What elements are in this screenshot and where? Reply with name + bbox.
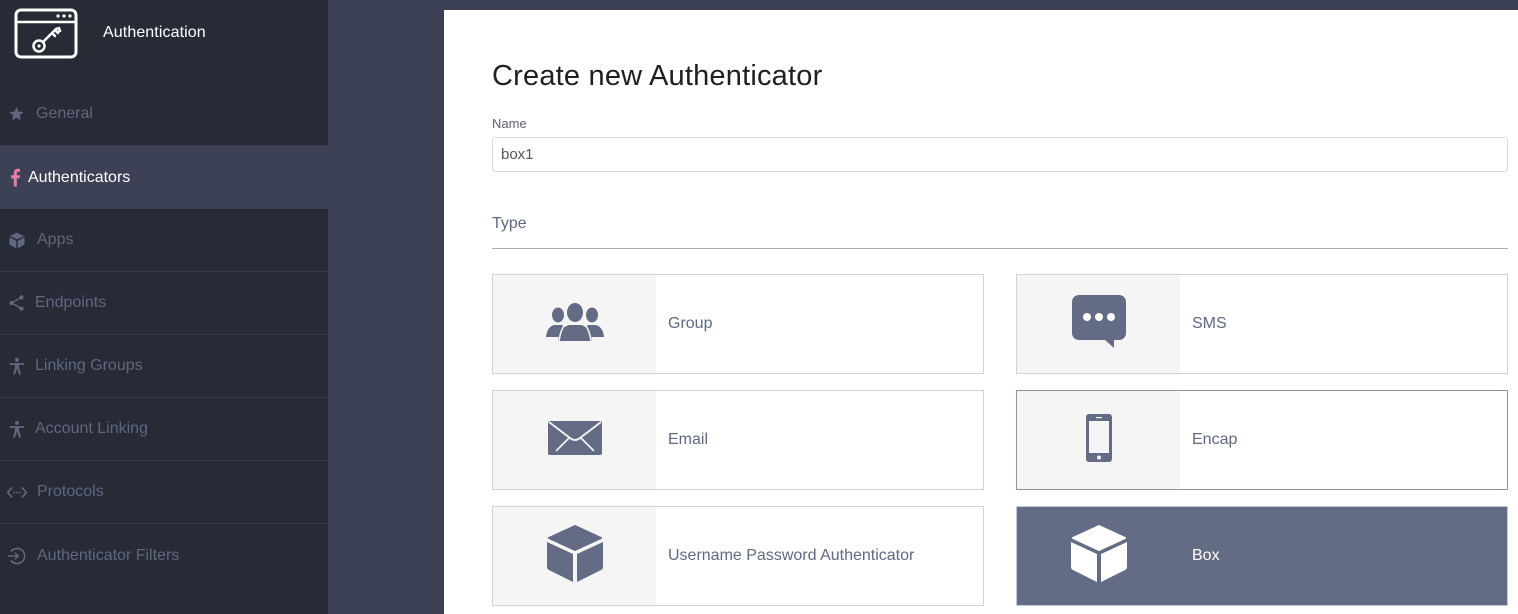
- envelope-icon: [547, 420, 602, 460]
- type-option-email[interactable]: Email: [492, 390, 984, 490]
- sidebar: Authentication General Authenticators Ap…: [0, 0, 328, 614]
- cube-icon: [1070, 524, 1128, 588]
- sidebar-item-label: General: [36, 105, 93, 122]
- users-icon: [545, 302, 604, 346]
- sidebar-item-label: Authenticator Filters: [37, 546, 180, 564]
- card-icon-area: [1017, 507, 1180, 605]
- type-option-sms[interactable]: SMS: [1016, 274, 1508, 374]
- card-label: Box: [1192, 547, 1220, 564]
- sidebar-item-general[interactable]: General: [0, 83, 328, 146]
- facebook-f-icon: [5, 168, 24, 187]
- sidebar-item-label: Authenticators: [28, 168, 131, 186]
- cube-icon: [546, 524, 604, 588]
- sidebar-item-label: Account Linking: [35, 420, 148, 437]
- sidebar-item-label: Linking Groups: [35, 357, 143, 374]
- card-label: Group: [668, 315, 713, 332]
- card-icon-area: [1017, 275, 1180, 373]
- create-authenticator-panel: Create new Authenticator Name Type: [444, 10, 1518, 614]
- chat-bubble-icon: [1071, 294, 1126, 354]
- card-icon-area: [493, 275, 656, 373]
- type-option-username-password-authenticator[interactable]: Username Password Authenticator: [492, 506, 984, 606]
- sidebar-item-endpoints[interactable]: Endpoints: [0, 272, 328, 335]
- sidebar-item-label: Apps: [37, 231, 74, 248]
- sidebar-nav: General Authenticators Apps Endpoints Li…: [0, 83, 328, 587]
- browser-window-key-icon: [14, 8, 78, 59]
- card-label: Email: [668, 431, 709, 448]
- sidebar-item-authenticators[interactable]: Authenticators: [0, 146, 328, 209]
- code-arrows-icon: [7, 483, 27, 502]
- sidebar-item-account-linking[interactable]: Account Linking: [0, 398, 328, 461]
- card-label: Username Password Authenticator: [668, 547, 915, 564]
- person-icon: [7, 357, 26, 376]
- app-title: Authentication: [103, 24, 206, 41]
- mobile-phone-icon: [1085, 413, 1112, 467]
- card-label: Encap: [1192, 431, 1238, 448]
- sidebar-item-authenticator-filters[interactable]: Authenticator Filters: [0, 524, 328, 587]
- name-input[interactable]: [492, 137, 1508, 172]
- type-option-group[interactable]: Group: [492, 274, 984, 374]
- card-label: SMS: [1192, 315, 1227, 332]
- cube-icon: [7, 231, 26, 250]
- card-icon-area: [493, 507, 656, 605]
- sidebar-item-label: Endpoints: [35, 294, 107, 311]
- person-icon: [7, 420, 26, 439]
- type-divider: [492, 248, 1508, 249]
- sidebar-item-label: Protocols: [37, 483, 104, 500]
- share-icon: [7, 294, 26, 313]
- star-icon: [7, 105, 26, 124]
- type-option-box[interactable]: Box: [1016, 506, 1508, 606]
- brand-header: Authentication: [0, 0, 328, 83]
- sidebar-item-linking-groups[interactable]: Linking Groups: [0, 335, 328, 398]
- sidebar-item-apps[interactable]: Apps: [0, 209, 328, 272]
- card-icon-area: [493, 391, 656, 489]
- page-title: Create new Authenticator: [492, 60, 823, 92]
- type-section-label: Type: [492, 215, 527, 232]
- name-field-label: Name: [492, 116, 527, 131]
- sidebar-item-protocols[interactable]: Protocols: [0, 461, 328, 524]
- type-option-encap[interactable]: Encap: [1016, 390, 1508, 490]
- sign-in-circle-icon: [7, 546, 26, 565]
- card-icon-area: [1017, 391, 1180, 489]
